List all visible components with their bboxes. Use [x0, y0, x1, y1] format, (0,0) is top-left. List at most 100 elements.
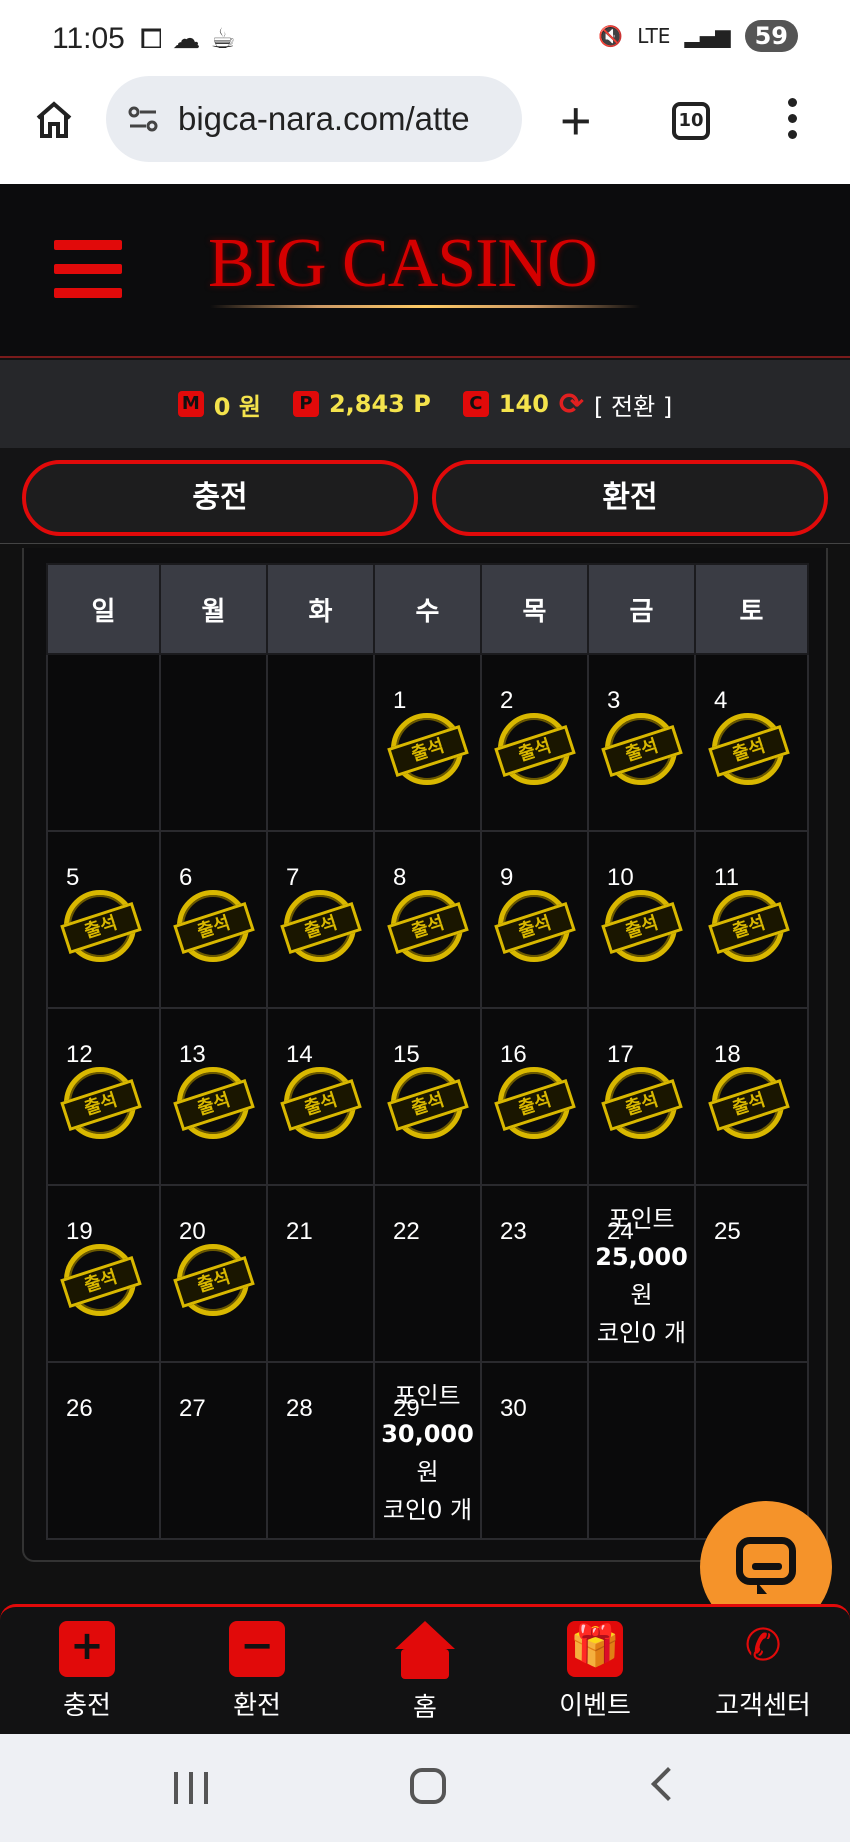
attendance-stamp-icon: 출석 — [387, 1067, 469, 1139]
nav-exchange[interactable]: − 환전 — [172, 1621, 342, 1722]
attendance-stamp-icon: 출석 — [601, 890, 683, 962]
day-number: 16 — [500, 1041, 527, 1068]
day-number: 11 — [714, 864, 739, 891]
day-number: 24 — [607, 1218, 634, 1245]
exchange-button[interactable]: 환전 — [432, 460, 828, 536]
reward-line: 25,000 — [595, 1243, 688, 1271]
attendance-stamp-icon: 출석 — [173, 1244, 255, 1316]
new-tab-icon[interactable]: + — [560, 90, 592, 152]
bottom-navigation: + 충전 − 환전 홈 🎁 이벤트 ✆ 고객센터 — [0, 1604, 850, 1734]
calendar-day: 12 출석 — [46, 1007, 161, 1186]
calendar-day: 27 — [159, 1361, 268, 1540]
day-number: 1 — [393, 687, 407, 714]
calendar-day — [159, 653, 268, 832]
cloud-icon: ☁ — [172, 22, 201, 55]
calendar-day: 9 출석 — [480, 830, 589, 1009]
weekday-header: 목 — [480, 563, 589, 655]
home-circle-icon[interactable] — [410, 1768, 446, 1804]
site-settings-icon[interactable] — [126, 102, 160, 136]
charge-button[interactable]: 충전 — [22, 460, 418, 536]
day-number: 20 — [179, 1218, 206, 1245]
attendance-stamp-icon: 출석 — [173, 1067, 255, 1139]
calendar-day: 25 — [694, 1184, 809, 1363]
calendar-week: 12 출석 13 출석 14 출석 15 출석 16 출석 17 출석 18 출석 — [46, 1007, 809, 1186]
calendar-day: 19 출석 — [46, 1184, 161, 1363]
recent-apps-icon[interactable] — [174, 1772, 208, 1804]
attendance-calendar: 일월화수목금토 1 출석 2 출석 3 출석 4 출석 5 출석 6 출석 7 출석 8 출석 9 출석 10 출석 1… — [46, 563, 809, 1540]
nav-support[interactable]: ✆ 고객센터 — [678, 1621, 848, 1722]
status-bar: 11:05 ⧠ ☁ ☕ 🔇 LTE ▂▄▆ 59 — [0, 0, 850, 76]
point-icon: P — [292, 391, 319, 417]
reward-line: 코인0 개 — [382, 1496, 473, 1524]
convert-link[interactable]: [ 전환 ] — [594, 387, 672, 422]
day-number: 22 — [393, 1218, 420, 1245]
weekday-header: 금 — [587, 563, 696, 655]
reward-line: 30,000 — [381, 1420, 474, 1448]
calendar-day: 포인트 30,000 원 코인0 개 29 — [373, 1361, 482, 1540]
stamp-label: 출석 — [708, 901, 790, 955]
status-time: 11:05 — [52, 22, 125, 55]
nav-event-label: 이벤트 — [559, 1691, 631, 1721]
site-logo[interactable]: BIG CASINO — [208, 224, 598, 304]
day-number: 7 — [286, 864, 300, 891]
nav-charge[interactable]: + 충전 — [2, 1621, 172, 1722]
nav-charge-label: 충전 — [63, 1691, 111, 1721]
money-value: 0 원 — [213, 392, 261, 421]
calendar-day: 30 — [480, 1361, 589, 1540]
reward-line: 원 — [416, 1458, 439, 1486]
stamp-label: 출석 — [387, 901, 469, 955]
more-menu-icon[interactable] — [788, 98, 798, 142]
calendar-day: 3 출석 — [587, 653, 696, 832]
point-value: 2,843 P — [328, 390, 431, 418]
calendar-week: 1 출석 2 출석 3 출석 4 출석 — [46, 653, 809, 832]
calendar-day: 22 — [373, 1184, 482, 1363]
calendar-day — [587, 1361, 696, 1540]
screenshot-icon: ⧠ — [140, 22, 163, 55]
calendar-day: 10 출석 — [587, 830, 696, 1009]
day-number: 15 — [393, 1041, 420, 1068]
action-buttons: 충전 환전 — [0, 448, 850, 544]
stamp-label: 출석 — [60, 901, 142, 955]
mute-icon: 🔇 — [598, 24, 624, 48]
nav-home[interactable]: 홈 — [340, 1621, 510, 1724]
menu-icon[interactable] — [54, 240, 122, 300]
day-number: 4 — [714, 687, 728, 714]
stamp-label: 출석 — [60, 1255, 142, 1309]
calendar-day — [46, 653, 161, 832]
attendance-stamp-icon: 출석 — [280, 890, 362, 962]
calendar-day: 20 출석 — [159, 1184, 268, 1363]
attendance-stamp-icon: 출석 — [60, 890, 142, 962]
reward-line: 포인트 — [394, 1382, 461, 1410]
day-number: 21 — [286, 1218, 313, 1245]
day-number: 5 — [66, 864, 80, 891]
tab-count-button[interactable]: 10 — [672, 102, 710, 140]
stamp-label: 출석 — [280, 901, 362, 955]
reward-info: 포인트 30,000 원코인0 개 — [375, 1377, 480, 1529]
calendar-week: 26 27 28 포인트 30,000 원 코인0 개 29 30 — [46, 1361, 809, 1540]
stamp-label: 출석 — [708, 724, 790, 778]
refresh-icon[interactable]: ⟳ — [559, 387, 584, 422]
attendance-stamp-icon: 출석 — [708, 713, 790, 785]
attendance-stamp-icon: 출석 — [173, 890, 255, 962]
day-number: 6 — [179, 864, 193, 891]
nav-event[interactable]: 🎁 이벤트 — [510, 1621, 680, 1722]
nav-support-label: 고객센터 — [715, 1691, 811, 1721]
back-icon[interactable] — [651, 1767, 685, 1801]
network-label: LTE — [637, 24, 671, 48]
status-right: 🔇 LTE ▂▄▆ 59 — [598, 20, 798, 52]
calendar-day: 8 출석 — [373, 830, 482, 1009]
address-bar[interactable]: bigca-nara.com/atte — [106, 76, 522, 162]
reward-line: 코인0 개 — [596, 1319, 687, 1347]
money-icon: M — [177, 391, 204, 417]
home-icon[interactable] — [34, 100, 74, 140]
calendar-day: 16 출석 — [480, 1007, 589, 1186]
attendance-stamp-icon: 출석 — [387, 713, 469, 785]
stamp-label: 출석 — [601, 901, 683, 955]
weekday-header: 화 — [266, 563, 375, 655]
weekday-header: 토 — [694, 563, 809, 655]
day-number: 13 — [179, 1041, 206, 1068]
day-number: 17 — [607, 1041, 634, 1068]
calendar-week: 19 출석 20 출석 21 22 23 포인트 25,000 원 코인0 개 24 25 — [46, 1184, 809, 1363]
attendance-stamp-icon: 출석 — [601, 1067, 683, 1139]
reward-line: 포인트 — [608, 1205, 675, 1233]
